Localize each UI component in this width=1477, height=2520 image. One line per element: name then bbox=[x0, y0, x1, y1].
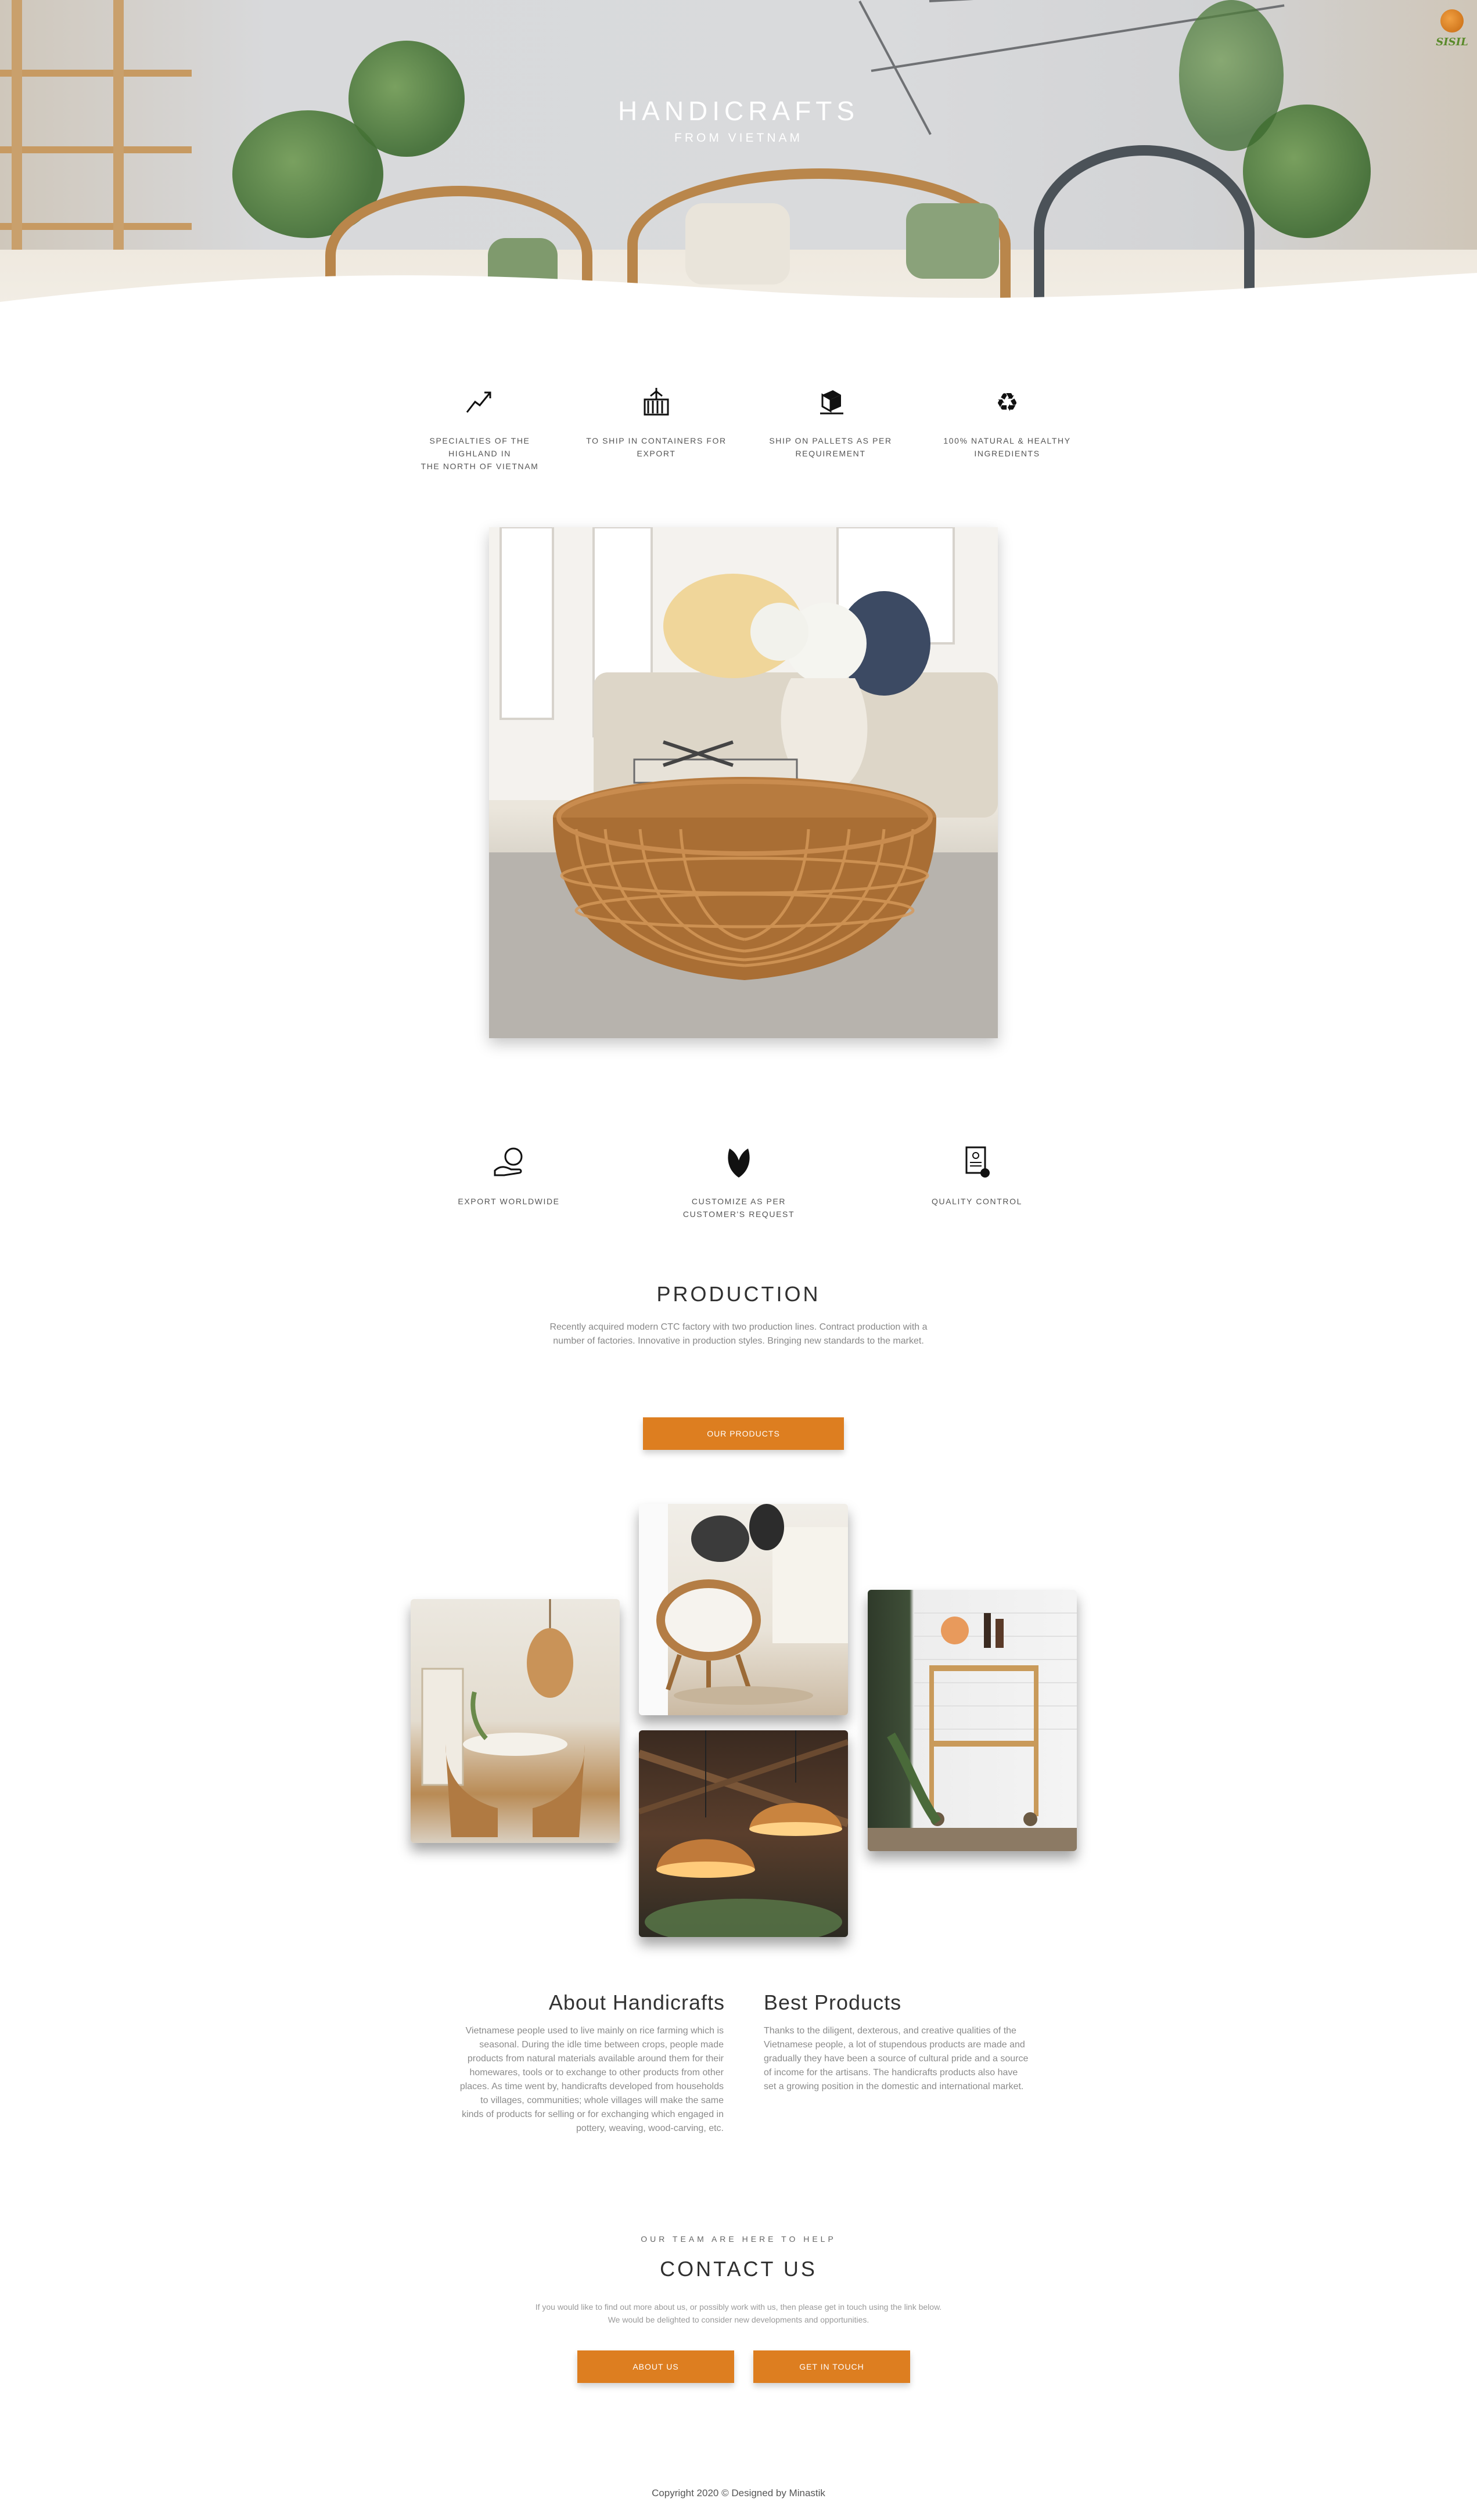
recycle-icon: ♻ bbox=[996, 388, 1018, 417]
best-products-text: Thanks to the diligent, dexterous, and c… bbox=[764, 2026, 1029, 2091]
gallery-tile-dining[interactable] bbox=[411, 1599, 620, 1843]
production-text: Recently acquired modern CTC factory wit… bbox=[549, 1322, 928, 1346]
featured-product-photo bbox=[489, 527, 998, 1038]
certificate-icon bbox=[965, 1146, 990, 1178]
pallet-box-icon bbox=[820, 390, 843, 415]
bar-cart-illustration bbox=[868, 1612, 1077, 1851]
feature-label: TO SHIP IN CONTAINERS FOR EXPORT bbox=[586, 436, 727, 458]
hero-wave bbox=[0, 273, 1477, 325]
feature-item: SPECIALTIES OF THE HIGHLAND IN THE NORTH … bbox=[404, 383, 555, 473]
feature-label: EXPORT WORLDWIDE bbox=[458, 1197, 560, 1206]
feature-item: TO SHIP IN CONTAINERS FOR EXPORT bbox=[581, 383, 732, 460]
contact-kicker: OUR TEAM ARE HERE TO HELP bbox=[641, 2234, 836, 2244]
gallery-tile-bar-cart[interactable] bbox=[868, 1590, 1077, 1851]
our-products-button[interactable]: OUR PRODUCTS bbox=[643, 1417, 844, 1450]
feature-item: SHIP ON PALLETS AS PER REQUIREMENT bbox=[755, 383, 906, 460]
pendant-lamps-illustration bbox=[639, 1730, 848, 1937]
contact-title: CONTACT US bbox=[660, 2257, 817, 2281]
feature-item: QUALITY CONTROL bbox=[901, 1144, 1052, 1208]
papasan-illustration bbox=[639, 1504, 848, 1715]
logo-badge-icon bbox=[1440, 9, 1464, 33]
container-crane-icon bbox=[644, 388, 669, 416]
feature-item: ♻ 100% NATURAL & HEALTHY INGREDIENTS bbox=[932, 383, 1083, 460]
feature-label: CUSTOMIZE AS PER CUSTOMER'S REQUEST bbox=[682, 1197, 795, 1219]
logo-text: SISIL bbox=[1436, 36, 1468, 48]
svg-text:♻: ♻ bbox=[996, 388, 1018, 417]
dining-illustration bbox=[421, 1599, 585, 1837]
hand-globe-icon bbox=[494, 1147, 523, 1176]
hero-subtitle: FROM VIETNAM bbox=[674, 131, 803, 145]
contact-text: If you would like to find out more about… bbox=[535, 2302, 942, 2324]
leaf-icon bbox=[728, 1149, 750, 1178]
gallery-tile-lamps[interactable] bbox=[639, 1730, 848, 1937]
about-text: Vietnamese people used to live mainly on… bbox=[459, 2026, 724, 2133]
feature-label: QUALITY CONTROL bbox=[932, 1197, 1022, 1206]
hero-banner: HANDICRAFTS FROM VIETNAM SISIL bbox=[0, 0, 1477, 325]
hero-title: HANDICRAFTS bbox=[617, 96, 860, 126]
rattan-table-illustration bbox=[489, 527, 998, 1038]
production-title: PRODUCTION bbox=[656, 1282, 821, 1306]
feature-item: EXPORT WORLDWIDE bbox=[433, 1144, 584, 1208]
site-logo[interactable]: SISIL bbox=[1433, 9, 1471, 56]
gallery-tile-papasan[interactable] bbox=[639, 1504, 848, 1715]
trend-up-icon bbox=[466, 391, 491, 413]
best-products-title: Best Products bbox=[764, 1990, 902, 2014]
about-us-button[interactable]: ABOUT US bbox=[577, 2350, 734, 2383]
about-title: About Handicrafts bbox=[548, 1990, 725, 2014]
feature-label: SPECIALTIES OF THE HIGHLAND IN THE NORTH … bbox=[421, 436, 539, 471]
feature-label: 100% NATURAL & HEALTHY INGREDIENTS bbox=[943, 436, 1071, 458]
hero-plant bbox=[1179, 0, 1284, 151]
get-in-touch-button[interactable]: GET IN TOUCH bbox=[753, 2350, 910, 2383]
footer-copyright: Copyright 2020 © Designed by Minastik bbox=[652, 2487, 825, 2499]
feature-label: SHIP ON PALLETS AS PER REQUIREMENT bbox=[769, 436, 892, 458]
feature-item: CUSTOMIZE AS PER CUSTOMER'S REQUEST bbox=[663, 1144, 814, 1221]
